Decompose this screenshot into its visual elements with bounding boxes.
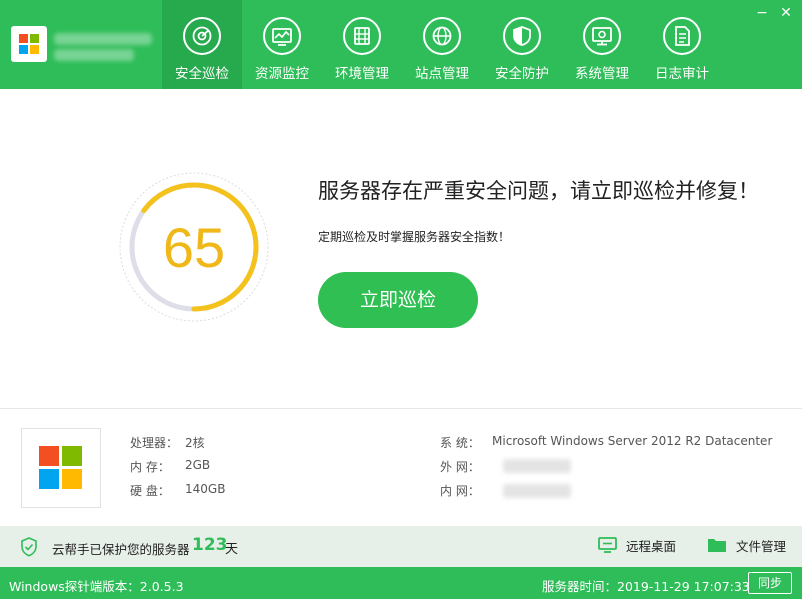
tab-label: 日志审计 — [655, 66, 709, 82]
tab-environment[interactable]: 环境管理 — [322, 0, 402, 89]
tab-label: 站点管理 — [415, 66, 469, 82]
file-manager-label: 文件管理 — [736, 539, 787, 554]
close-button[interactable]: ✕ — [776, 4, 796, 22]
public-ip-label: 外 网： — [440, 460, 480, 474]
windows-os-icon — [21, 428, 101, 508]
divider — [0, 408, 802, 409]
app-logo — [11, 26, 47, 62]
remote-desktop-label: 远程桌面 — [626, 539, 677, 554]
disk-value: 140GB — [185, 482, 226, 496]
scan-hint: 定期巡检及时掌握服务器安全指数！ — [318, 230, 511, 244]
main-nav: 安全巡检 资源监控 环境管理 站点管理 安全防护 系统管理 日志审计 — [162, 0, 722, 89]
tab-label: 安全巡检 — [175, 66, 229, 82]
cpu-label: 处理器： — [130, 436, 179, 450]
server-time: 服务器时间：2019-11-29 17:07:33 — [542, 579, 750, 594]
app-name-redacted — [54, 33, 152, 45]
tab-label: 环境管理 — [335, 66, 389, 82]
protection-text: 云帮手已保护您的服务器 — [52, 542, 190, 557]
tab-security-protection[interactable]: 安全防护 — [482, 0, 562, 89]
disk-label: 硬 盘： — [130, 484, 170, 498]
sync-button[interactable]: 同步 — [748, 572, 792, 594]
cpu-value: 2核 — [185, 436, 205, 450]
tab-log-audit[interactable]: 日志审计 — [642, 0, 722, 89]
title-bar: 安全巡检 资源监控 环境管理 站点管理 安全防护 系统管理 日志审计 − ✕ — [0, 0, 802, 89]
protection-days-unit: 天 — [225, 542, 239, 557]
minimize-button[interactable]: − — [752, 4, 772, 22]
system-monitor-icon — [583, 17, 621, 55]
tab-label: 资源监控 — [255, 66, 309, 82]
os-label: 系 统： — [440, 436, 480, 450]
folder-icon — [708, 539, 726, 552]
footer-bar: Windows探针端版本：2.0.5.3 服务器时间：2019-11-29 17… — [0, 567, 802, 599]
security-score-gauge: 65 — [117, 170, 271, 324]
tab-label: 系统管理 — [575, 66, 629, 82]
score-value: 65 — [163, 216, 225, 279]
remote-desktop-icon — [598, 537, 617, 553]
resource-monitor-icon — [263, 17, 301, 55]
protection-status-bar: 云帮手已保护您的服务器 123 天 远程桌面 文件管理 — [0, 526, 802, 567]
environment-icon — [343, 17, 381, 55]
warning-headline: 服务器存在严重安全问题，请立即巡检并修复！ — [318, 179, 759, 203]
shield-check-icon — [21, 537, 37, 557]
site-globe-icon — [423, 17, 461, 55]
private-ip-redacted — [503, 484, 571, 498]
tab-label: 安全防护 — [495, 66, 549, 82]
protection-days: 123 — [192, 535, 228, 555]
shield-icon — [503, 17, 541, 55]
private-ip-label: 内 网： — [440, 484, 480, 498]
os-value: Microsoft Windows Server 2012 R2 Datacen… — [492, 434, 773, 448]
security-scan-icon — [183, 17, 221, 55]
tab-system-management[interactable]: 系统管理 — [562, 0, 642, 89]
memory-label: 内 存： — [130, 460, 170, 474]
public-ip-redacted — [503, 459, 571, 473]
log-document-icon — [663, 17, 701, 55]
memory-value: 2GB — [185, 458, 211, 472]
tab-resource-monitor[interactable]: 资源监控 — [242, 0, 322, 89]
tab-security-scan[interactable]: 安全巡检 — [162, 0, 242, 89]
scan-now-button[interactable]: 立即巡检 — [318, 272, 478, 328]
client-version: Windows探针端版本：2.0.5.3 — [9, 579, 184, 594]
tab-site-management[interactable]: 站点管理 — [402, 0, 482, 89]
app-subtitle-redacted — [54, 49, 134, 61]
